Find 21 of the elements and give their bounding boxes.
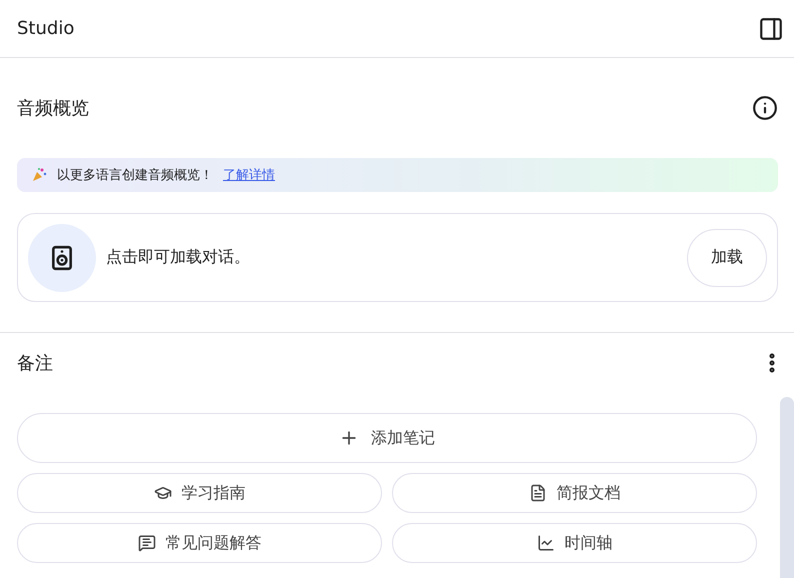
graduation-cap-icon <box>154 484 172 502</box>
add-note-button[interactable]: 添加笔记 <box>17 413 757 463</box>
speaker-icon <box>49 244 75 270</box>
note-action-button[interactable]: 时间轴 <box>392 523 757 563</box>
info-icon[interactable] <box>752 95 778 121</box>
document-icon <box>528 484 546 502</box>
scrollbar-thumb[interactable] <box>780 397 794 578</box>
note-action-button[interactable]: 学习指南 <box>17 473 382 513</box>
line-chart-icon <box>536 534 554 552</box>
party-popper-icon <box>31 167 47 183</box>
card-text: 点击即可加载对话。 <box>106 247 250 268</box>
section-title: 备注 <box>17 352 53 375</box>
banner-text: 以更多语言创建音频概览！ <box>57 167 213 184</box>
panel-title: Studio <box>17 18 74 39</box>
note-action-button[interactable]: 常见问题解答 <box>17 523 382 563</box>
note-action-button[interactable]: 简报文档 <box>392 473 757 513</box>
load-button[interactable]: 加载 <box>687 228 767 286</box>
section-title: 音频概览 <box>17 97 89 120</box>
panel-toggle-icon[interactable] <box>758 16 784 42</box>
message-icon <box>138 534 156 552</box>
learn-more-link[interactable]: 了解详情 <box>223 166 275 184</box>
